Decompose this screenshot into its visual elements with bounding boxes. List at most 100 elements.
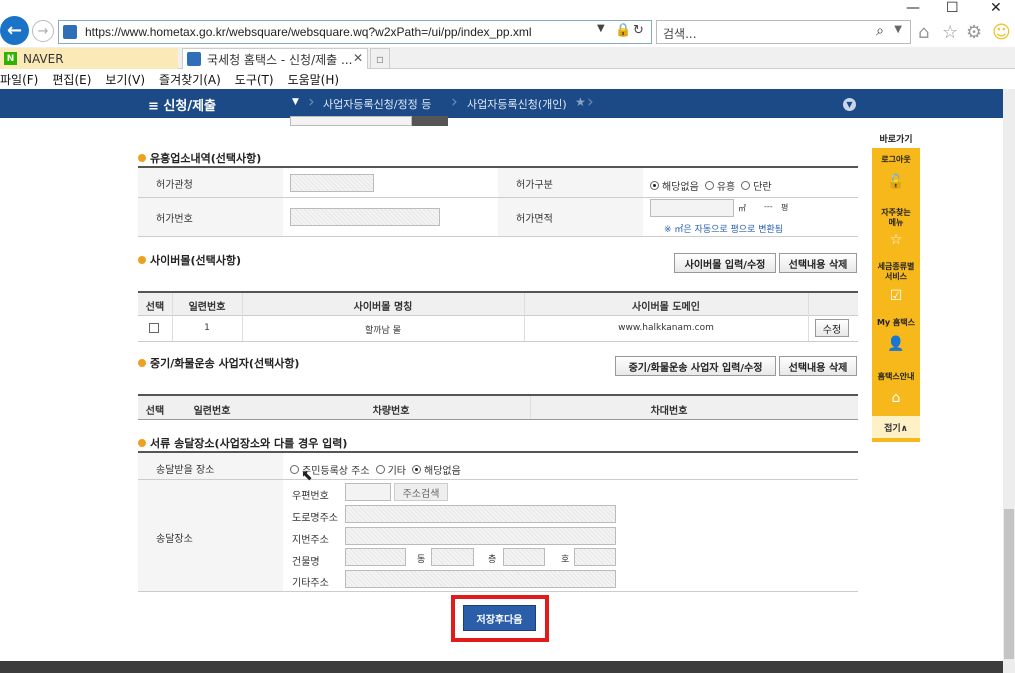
road-address-input[interactable] — [345, 505, 616, 523]
bullet-icon — [138, 439, 146, 447]
vehicle-delete-button[interactable]: 선택내용 삭제 — [779, 356, 857, 376]
permit-area-input[interactable] — [650, 199, 734, 217]
permit-area-label: 허가면적 — [516, 214, 553, 225]
address-search-button[interactable]: 주소검색 — [394, 483, 448, 501]
save-and-next-button[interactable]: 저장후다음 — [463, 605, 536, 631]
other-address-input[interactable] — [345, 570, 616, 588]
dong-input[interactable] — [431, 548, 474, 566]
row-divider — [138, 236, 858, 237]
menu-tools[interactable]: 도구(T) — [235, 71, 274, 88]
menu-favorites[interactable]: 즐겨찾기(A) — [159, 71, 221, 88]
menu-view[interactable]: 보기(V) — [105, 71, 145, 88]
menu-edit[interactable]: 편집(E) — [52, 71, 91, 88]
browser-search-box[interactable]: 검색... ⌕ ▼ — [656, 20, 911, 44]
site-favicon-icon — [63, 25, 77, 39]
postal-code-input[interactable] — [345, 483, 391, 501]
lock-icon[interactable]: 🔒 — [615, 23, 631, 38]
tab-close-icon[interactable]: ✕ — [353, 51, 363, 65]
breadcrumb-1[interactable]: 사업자등록신청/정정 등 — [323, 96, 431, 112]
new-tab-icon[interactable]: ▫ — [370, 48, 390, 69]
col-divider — [530, 396, 531, 419]
search-placeholder: 검색... — [663, 27, 697, 41]
floor-label: 층 — [488, 555, 497, 565]
refresh-icon[interactable]: ↻ — [633, 23, 644, 38]
quick-my-hometax[interactable]: My 홈택스 — [872, 317, 920, 328]
row-checkbox[interactable] — [149, 323, 159, 333]
radio-none[interactable]: 해당없음 — [650, 178, 699, 193]
minimize-icon[interactable]: — — [906, 0, 920, 16]
naver-logo-icon: N — [4, 52, 17, 65]
bullet-icon — [138, 256, 146, 264]
menu-title[interactable]: ≡ 신청/제출 — [148, 95, 216, 114]
radio-icon — [375, 465, 385, 474]
search-icon[interactable]: ⌕ — [876, 23, 884, 39]
menu-bar: 파일(F) 편집(E) 보기(V) 즐겨찾기(A) 도구(T) 도움말(H) — [0, 69, 1015, 89]
address-bar[interactable]: https://www.hometax.go.kr/websquare/webs… — [58, 20, 652, 44]
quick-frequent-menu[interactable]: 자주찾는 메뉴 — [872, 208, 920, 228]
row-divider — [138, 591, 858, 592]
permit-agency-label: 허가관청 — [156, 180, 193, 191]
house-icon[interactable]: ⌂ — [886, 390, 906, 406]
cutoff-button[interactable] — [412, 116, 448, 126]
star-icon[interactable]: ☆ — [886, 232, 906, 248]
radio-icon — [412, 465, 421, 474]
cutoff-input[interactable] — [290, 116, 412, 126]
bookmark-star-icon[interactable]: ★ — [575, 95, 586, 109]
chevron-down-icon[interactable]: ▼ — [843, 98, 856, 111]
vertical-scrollbar[interactable] — [1003, 89, 1015, 673]
row-seq: 1 — [204, 323, 210, 333]
vehicle-input-button[interactable]: 중기/화물운송 사업자 입력/수정 — [615, 356, 776, 376]
logout-lock-icon[interactable]: 🔓 — [886, 174, 906, 190]
menu-help[interactable]: 도움말(H) — [288, 71, 340, 88]
quick-logout[interactable]: 로그아웃 — [872, 154, 920, 165]
quick-tax-service[interactable]: 세금종류별 서비스 — [872, 262, 920, 282]
back-arrow-icon[interactable]: ← — [0, 16, 29, 45]
header-mall-domain: 사이버몰 도메인 — [632, 302, 700, 313]
quick-hometax-guide[interactable]: 홈택스안내 — [872, 371, 920, 382]
caret-down-icon[interactable]: ▼ — [292, 97, 299, 107]
breadcrumb-2[interactable]: 사업자등록신청(개인) — [467, 96, 567, 112]
header-select: 선택 — [145, 302, 165, 313]
permit-agency-input[interactable] — [290, 174, 374, 192]
radio-other[interactable]: 기타 — [375, 462, 406, 477]
recipient-radio-group: 주민등록상 주소 기타 해당없음 — [290, 462, 467, 477]
dropdown-arrow-icon[interactable]: ▼ — [597, 23, 605, 34]
permit-number-input[interactable] — [290, 208, 440, 226]
recipient-label: 송달받을 장소 — [156, 465, 215, 476]
cybermall-section-title: 사이버몰(선택사항) — [138, 252, 241, 268]
favorites-star-icon[interactable]: ☆ — [942, 22, 958, 43]
smiley-feedback-icon[interactable]: ☺ — [992, 22, 1011, 43]
search-dropdown-icon[interactable]: ▼ — [894, 24, 902, 35]
pyeong-value: --- — [764, 202, 773, 211]
menu-file[interactable]: 파일(F) — [0, 71, 38, 88]
tab-hometax[interactable]: 국세청 홈택스 - 신청/제출 ... ✕ — [182, 48, 368, 69]
page-footer — [0, 661, 1003, 673]
cybermall-delete-button[interactable]: 선택내용 삭제 — [779, 253, 857, 273]
tab-naver[interactable]: N NAVER — [0, 48, 178, 69]
close-window-icon[interactable]: ✕ — [990, 0, 1002, 16]
lot-address-input[interactable] — [345, 527, 616, 545]
browser-toolbar: ← → https://www.hometax.go.kr/websquare/… — [0, 0, 1015, 47]
maximize-icon[interactable]: ☐ — [946, 0, 959, 16]
forward-arrow-icon[interactable]: → — [32, 20, 54, 42]
settings-gear-icon[interactable]: ⚙ — [966, 22, 982, 43]
permit-number-label: 허가번호 — [156, 214, 193, 225]
cybermall-input-button[interactable]: 사이버몰 입력/수정 — [674, 253, 776, 273]
row-edit-button[interactable]: 수정 — [815, 319, 849, 337]
checkbox-icon[interactable]: ☑ — [886, 288, 906, 304]
floor-input[interactable] — [503, 548, 545, 566]
person-icon[interactable]: 👤 — [886, 336, 906, 352]
radio-entertainment[interactable]: 유흥 — [704, 178, 735, 193]
header-vehicle-number: 차량번호 — [372, 406, 410, 417]
building-input[interactable] — [345, 548, 406, 566]
address-url[interactable]: https://www.hometax.go.kr/websquare/webs… — [85, 25, 532, 39]
ho-input[interactable] — [574, 548, 616, 566]
radio-karaoke[interactable]: 단란 — [741, 178, 772, 193]
radio-not-applicable[interactable]: 해당없음 — [412, 462, 461, 477]
header-chassis-number: 차대번호 — [650, 406, 688, 417]
scroll-thumb[interactable] — [1004, 509, 1014, 659]
home-icon[interactable]: ⌂ — [918, 22, 929, 43]
quick-menu-collapse[interactable]: 접기∧ — [872, 416, 920, 438]
radio-icon — [741, 181, 751, 190]
col-divider — [524, 293, 525, 341]
